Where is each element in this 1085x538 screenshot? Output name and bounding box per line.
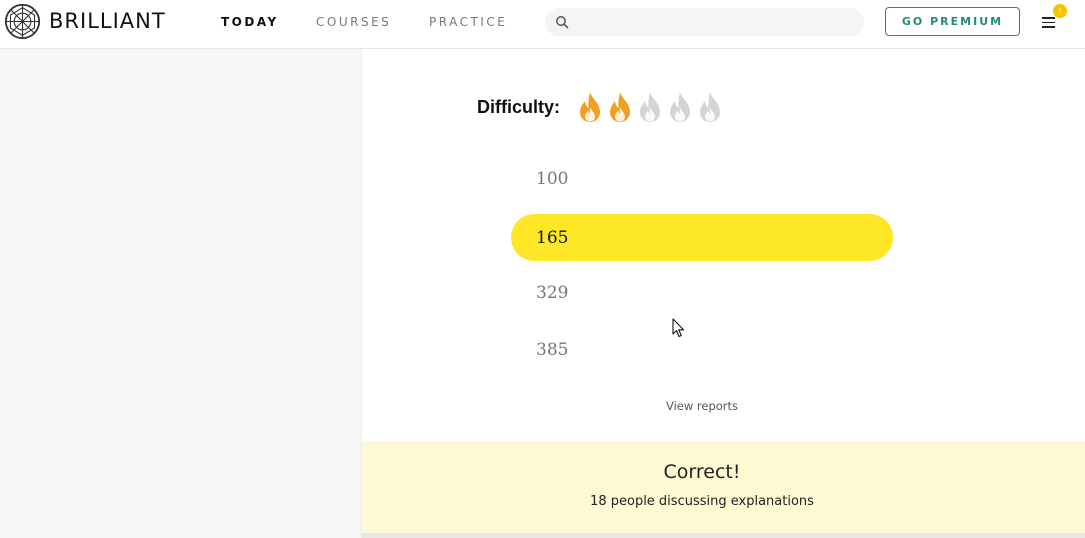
flame-active-icon [610, 92, 630, 122]
answer-option-1[interactable]: 100 [511, 155, 893, 202]
result-banner: Correct! 18 people discussing explanatio… [362, 441, 1085, 533]
flame-active-icon [580, 92, 600, 122]
notification-badge: ! [1053, 4, 1067, 18]
nav-practice[interactable]: PRACTICE [429, 15, 507, 29]
search-input[interactable] [575, 8, 855, 36]
problem-panel: Difficulty: 100 165 329 385 View reports… [362, 49, 1085, 538]
brilliant-logo-icon [4, 3, 41, 39]
answer-option-2-selected[interactable]: 165 [511, 214, 893, 261]
result-title: Correct! [663, 461, 741, 483]
flame-inactive-icon [640, 92, 660, 122]
answer-option-3[interactable]: 329 [511, 269, 893, 316]
search-bar[interactable] [545, 8, 864, 36]
search-icon [556, 16, 569, 29]
view-reports-link[interactable]: View reports [362, 399, 1042, 413]
left-sidebar-panel [0, 49, 362, 538]
difficulty-rating: Difficulty: [477, 91, 726, 123]
bottom-divider [362, 533, 1085, 538]
brand-name: BRILLIANT [49, 9, 166, 33]
nav-today[interactable]: TODAY [221, 15, 279, 29]
difficulty-label: Difficulty: [477, 96, 560, 117]
difficulty-flames [576, 91, 726, 123]
nav-courses[interactable]: COURSES [316, 15, 391, 29]
discussion-link[interactable]: 18 people discussing explanations [362, 494, 1042, 509]
flame-inactive-icon [700, 92, 720, 122]
go-premium-button[interactable]: GO PREMIUM [885, 7, 1020, 36]
top-navigation-bar: BRILLIANT TODAY COURSES PRACTICE GO PREM… [0, 0, 1085, 49]
answer-option-4[interactable]: 385 [511, 326, 893, 373]
mouse-cursor-icon [672, 318, 685, 338]
brand-logo[interactable]: BRILLIANT [4, 2, 166, 40]
flame-inactive-icon [670, 92, 690, 122]
